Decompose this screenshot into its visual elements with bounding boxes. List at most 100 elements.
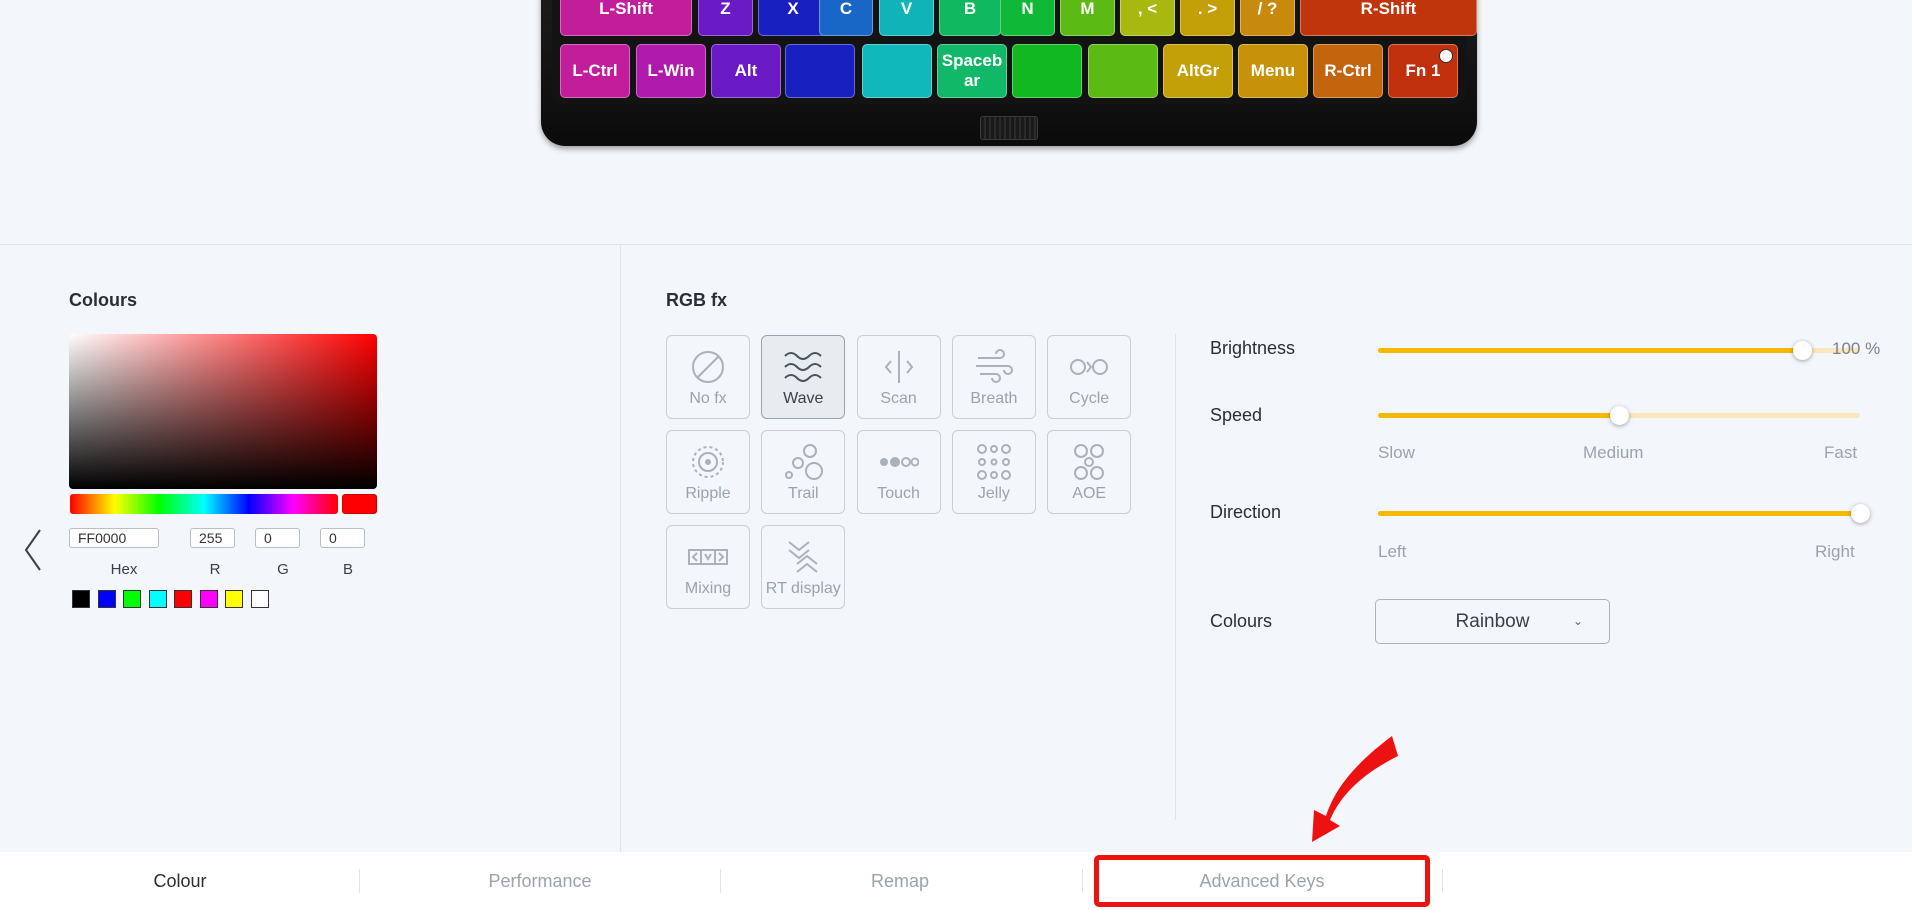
key-blank[interactable] <box>1088 44 1158 98</box>
g-input[interactable]: 0 <box>255 528 300 548</box>
saturation-value-picker[interactable] <box>69 334 377 489</box>
fx-button-scan[interactable]: Scan <box>856 335 941 419</box>
fx-button-trail[interactable]: Trail <box>761 430 846 514</box>
key-spacebar[interactable]: Spacebar <box>937 44 1007 98</box>
key-menu[interactable]: Menu <box>1238 44 1308 98</box>
cycle-icon <box>1070 359 1109 375</box>
colours-title: Colours <box>69 290 138 310</box>
fx-button-no-fx[interactable]: No fx <box>666 335 750 419</box>
colour-swatch[interactable] <box>174 590 192 608</box>
speed-fill <box>1378 413 1619 418</box>
key-blank[interactable] <box>862 44 932 98</box>
brightness-slider[interactable] <box>1378 341 1860 360</box>
direction-tick-left: Left <box>1378 542 1407 561</box>
key-symbol[interactable]: . > <box>1180 0 1235 36</box>
colour-swatch[interactable] <box>72 590 90 608</box>
colour-swatch[interactable] <box>148 590 167 608</box>
colours-dropdown[interactable]: Rainbow ⌄ <box>1375 599 1610 644</box>
fx-label: Mixing <box>684 580 732 597</box>
key-symbol[interactable]: , < <box>1120 0 1175 36</box>
key-symbol[interactable]: / ? <box>1240 0 1295 36</box>
key-label: N <box>1021 0 1034 18</box>
fx-button-aoe[interactable]: AOE <box>1047 430 1132 514</box>
key-r-shift[interactable]: R-Shift <box>1300 0 1477 36</box>
fx-label: Breath <box>970 390 1018 407</box>
tab-remap[interactable]: Remap <box>720 852 1080 910</box>
jelly-icon <box>976 444 1011 480</box>
colour-swatch[interactable] <box>199 590 218 608</box>
key-r-ctrl[interactable]: R-Ctrl <box>1313 44 1383 98</box>
fx-button-mixing[interactable]: Mixing <box>666 525 750 609</box>
chevron-left-icon[interactable] <box>22 528 46 572</box>
key-m[interactable]: M <box>1060 0 1115 36</box>
direction-slider[interactable] <box>1378 504 1870 523</box>
key-l-shift[interactable]: L-Shift <box>560 0 692 36</box>
no-fx-icon <box>692 351 724 383</box>
key-label: L-Win <box>647 61 695 80</box>
g-label: G <box>277 561 289 578</box>
fx-label: Trail <box>788 485 819 502</box>
key-fn-1[interactable]: Fn 1 <box>1388 44 1458 98</box>
speed-slider[interactable] <box>1378 406 1860 425</box>
scan-icon <box>884 351 913 383</box>
key-blank[interactable] <box>785 44 855 98</box>
speed-label: Speed <box>1210 405 1263 425</box>
fx-label: Ripple <box>685 485 731 502</box>
fx-label: RT display <box>765 580 841 597</box>
direction-label: Direction <box>1210 502 1282 522</box>
key-v[interactable]: V <box>879 0 934 36</box>
colour-swatch[interactable] <box>97 590 116 608</box>
fx-label: No fx <box>689 390 727 407</box>
colour-swatch[interactable] <box>250 590 269 608</box>
r-input[interactable]: 255 <box>190 528 235 548</box>
fx-label: Jelly <box>977 485 1010 502</box>
column-divider <box>620 245 621 852</box>
key-n[interactable]: N <box>1000 0 1055 36</box>
fx-button-breath[interactable]: Breath <box>951 335 1036 419</box>
tab-colour[interactable]: Colour <box>0 852 360 910</box>
tab-separator <box>1442 869 1443 893</box>
key-label: Fn 1 <box>1405 61 1441 80</box>
colours-dropdown-value: Rainbow <box>1455 610 1530 632</box>
key-label: , < <box>1137 0 1158 18</box>
ripple-icon <box>692 446 724 478</box>
speed-tick-slow: Slow <box>1378 443 1415 462</box>
pointer-arrow-icon <box>1312 736 1398 842</box>
key-l-ctrl[interactable]: L-Ctrl <box>560 44 630 98</box>
key-b[interactable]: B <box>939 0 1001 36</box>
direction-thumb[interactable] <box>1851 504 1870 523</box>
colour-swatch[interactable] <box>123 590 141 608</box>
key-label: Spacebar <box>941 51 1003 90</box>
key-alt[interactable]: Alt <box>711 44 781 98</box>
column-divider-2 <box>1175 334 1176 820</box>
fx-button-rt-display[interactable]: RT display <box>761 525 846 609</box>
hex-input[interactable]: FF0000 <box>69 528 159 548</box>
brightness-fill <box>1378 348 1803 353</box>
fx-button-wave[interactable]: Wave <box>761 335 846 419</box>
key-label: M <box>1080 0 1095 18</box>
brightness-label: Brightness <box>1210 338 1296 358</box>
fx-button-cycle[interactable]: Cycle <box>1047 335 1132 419</box>
key-blank[interactable] <box>1012 44 1082 98</box>
key-label: Alt <box>734 61 758 80</box>
colour-swatch[interactable] <box>225 590 243 608</box>
b-input[interactable]: 0 <box>320 528 365 548</box>
fx-button-jelly[interactable]: Jelly <box>951 430 1036 514</box>
wave-icon <box>784 352 823 382</box>
key-z[interactable]: Z <box>698 0 753 36</box>
speed-thumb[interactable] <box>1610 406 1629 425</box>
tab-performance[interactable]: Performance <box>360 852 720 910</box>
brightness-thumb[interactable] <box>1793 341 1813 360</box>
fx-label: Cycle <box>1069 390 1110 407</box>
key-x[interactable]: X <box>758 0 828 36</box>
fx-button-ripple[interactable]: Ripple <box>666 430 750 514</box>
key-l-win[interactable]: L-Win <box>636 44 706 98</box>
key-label: R-Shift <box>1360 0 1417 18</box>
key-c[interactable]: C <box>819 0 873 36</box>
key-label: R-Ctrl <box>1324 61 1372 80</box>
colours-setting-label: Colours <box>1210 611 1273 631</box>
key-altgr[interactable]: AltGr <box>1163 44 1233 98</box>
fx-button-touch[interactable]: Touch <box>856 430 941 514</box>
touch-icon <box>879 457 919 467</box>
hue-slider[interactable] <box>70 494 338 514</box>
